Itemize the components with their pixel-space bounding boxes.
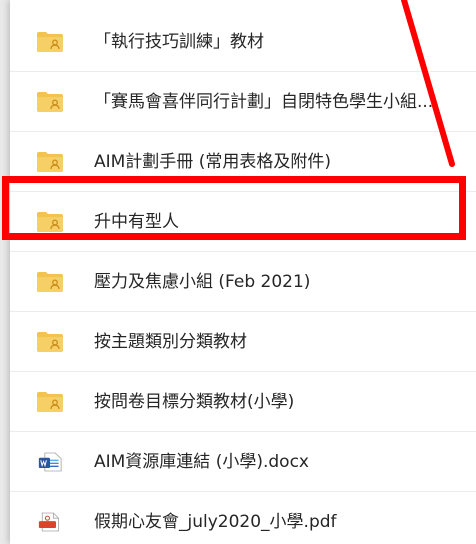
list-item[interactable]: 假期心友會_july2020_小學.pdf <box>10 492 476 544</box>
list-item-label: 「執行技巧訓練」教材 <box>94 32 264 52</box>
shared-folder-icon <box>37 272 63 292</box>
list-item-label: 按問卷目標分類教材(小學) <box>94 392 295 412</box>
shared-folder-icon <box>37 32 63 52</box>
list-item-label: AIM計劃手冊 (常用表格及附件) <box>94 152 331 172</box>
list-item-label: 升中有型人 <box>94 212 179 232</box>
list-item-label: 按主題類別分類教材 <box>94 332 247 352</box>
shared-folder-icon <box>37 392 63 412</box>
list-item-highlighted[interactable]: 升中有型人 <box>10 192 476 252</box>
file-list-panel: 「執行技巧訓練」教材 「賽馬會喜伴同行計劃」自閉特色學生小組... AIM計劃手… <box>10 0 476 544</box>
word-file-icon <box>38 452 62 472</box>
list-item-label: 壓力及焦慮小組 (Feb 2021) <box>94 272 311 292</box>
list-item-label: AIM資源庫連結 (小學).docx <box>94 452 309 472</box>
list-item[interactable]: AIM資源庫連結 (小學).docx <box>10 432 476 492</box>
pdf-file-icon <box>38 512 59 532</box>
list-item-label: 假期心友會_july2020_小學.pdf <box>94 512 337 532</box>
list-item[interactable]: 按問卷目標分類教材(小學) <box>10 372 476 432</box>
list-item[interactable]: AIM計劃手冊 (常用表格及附件) <box>10 132 476 192</box>
list-item-label: 「賽馬會喜伴同行計劃」自閉特色學生小組... <box>94 92 434 112</box>
list-item[interactable]: 「執行技巧訓練」教材 <box>10 12 476 72</box>
shared-folder-icon <box>37 332 63 352</box>
list-item[interactable]: 按主題類別分類教材 <box>10 312 476 372</box>
shared-folder-icon <box>37 212 63 232</box>
screenshot-stage: 「執行技巧訓練」教材 「賽馬會喜伴同行計劃」自閉特色學生小組... AIM計劃手… <box>0 0 476 544</box>
list-item[interactable]: 「賽馬會喜伴同行計劃」自閉特色學生小組... <box>10 72 476 132</box>
shared-folder-icon <box>37 92 63 112</box>
shared-folder-icon <box>37 152 63 172</box>
list-item[interactable]: 壓力及焦慮小組 (Feb 2021) <box>10 252 476 312</box>
